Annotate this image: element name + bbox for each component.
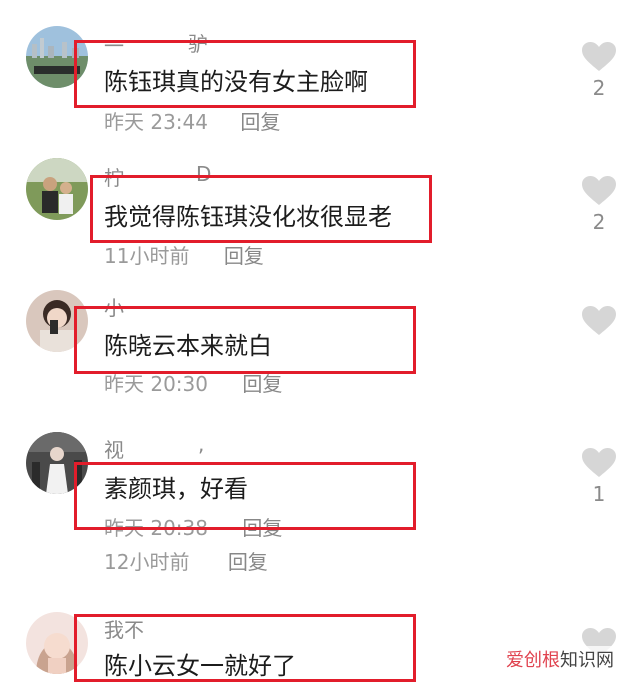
comment-meta: 昨天 20:38 回复 (104, 512, 282, 541)
comment-username[interactable]: 小 (104, 292, 124, 321)
comment-username[interactable]: 一 (104, 30, 124, 59)
reply-button[interactable]: 回复 (242, 368, 282, 397)
watermark: 爱创根知识网 (504, 646, 616, 672)
comment-username-tail[interactable]: 驴 (188, 28, 208, 57)
comment-meta: 昨天 20:30 回复 (104, 368, 282, 397)
like-count: 1 (592, 482, 606, 506)
comment-time: 12小时前 (104, 550, 190, 574)
comment-text[interactable]: 陈晓云本来就白 (104, 326, 272, 361)
comment-text[interactable]: 素颜琪，好看 (104, 469, 248, 504)
heart-icon[interactable] (582, 448, 616, 478)
comment-text[interactable]: 我觉得陈钰琪没化妆很显老 (104, 197, 392, 232)
comment-username-tail[interactable]: , (198, 432, 204, 456)
portrait-avatar[interactable] (26, 290, 88, 352)
like-count: 2 (592, 76, 606, 100)
reply-button[interactable]: 回复 (240, 106, 280, 135)
heart-icon[interactable] (582, 42, 616, 72)
like-count: 2 (592, 210, 606, 234)
reply-button[interactable]: 回复 (242, 512, 282, 541)
comment-text[interactable]: 陈钰琪真的没有女主脸啊 (104, 62, 368, 97)
comment-meta: 昨天 23:44 回复 (104, 106, 280, 135)
comment-time: 11小时前 (104, 244, 190, 268)
woman-portrait-avatar[interactable] (26, 612, 88, 674)
dark-portrait-avatar[interactable] (26, 432, 88, 494)
comment-time: 昨天 20:30 (104, 372, 208, 396)
comment-username-tail[interactable]: D (196, 162, 211, 186)
photo-avatar[interactable] (26, 158, 88, 220)
reply-button[interactable]: 回复 (228, 546, 268, 575)
comment-username[interactable]: 柠 (104, 162, 124, 191)
comment-time: 昨天 23:44 (104, 110, 208, 134)
comment-username[interactable]: 我不 (104, 614, 144, 643)
reply-button[interactable]: 回复 (224, 240, 264, 269)
landscape-avatar[interactable] (26, 26, 88, 88)
heart-icon[interactable] (582, 176, 616, 206)
comment-meta: 11小时前 回复 (104, 240, 264, 269)
comment-time: 昨天 20:38 (104, 516, 208, 540)
heart-icon[interactable] (582, 306, 616, 336)
comment-meta: 12小时前 回复 (104, 546, 268, 575)
comment-username[interactable]: 视 (104, 434, 124, 463)
watermark-brand: 爱创根 (506, 650, 560, 671)
watermark-site: 知识网 (560, 650, 614, 671)
